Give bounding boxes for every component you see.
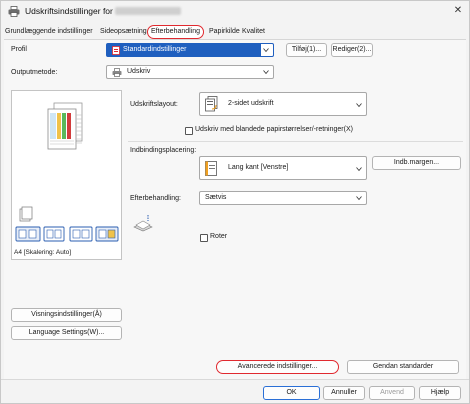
finishing-label: Efterbehandling:	[130, 195, 181, 202]
mixed-sizes-label: Udskriv med blandede papirstørrelser/-re…	[195, 126, 353, 133]
binding-label: Indbindingsplacering:	[130, 147, 197, 154]
cancel-button[interactable]: Annuller	[323, 386, 365, 400]
print-layout-label: Udskriftslayout:	[130, 101, 178, 108]
binding-select[interactable]: Lang kant [Venstre]	[199, 156, 367, 180]
tab-finishing[interactable]: Efterbehandling	[147, 25, 205, 39]
apply-button[interactable]: Anvend	[369, 386, 415, 400]
window-title: Udskriftsindstillinger for	[25, 6, 113, 16]
separator	[128, 141, 463, 142]
add-profile-button[interactable]: Tilføj(1)...	[286, 43, 327, 57]
edit-profile-button[interactable]: Rediger(2)...	[331, 43, 373, 57]
rotate-label: Roter	[210, 233, 228, 240]
rotate-checkbox[interactable]	[200, 234, 208, 242]
output-method-select[interactable]: Udskriv	[106, 65, 274, 79]
print-layout-value: 2-sidet udskrift	[228, 100, 274, 107]
output-method-value: Udskriv	[127, 68, 151, 75]
tab-quality[interactable]: Kvalitet	[242, 25, 265, 39]
finishing-value: Sætvis	[205, 194, 227, 201]
advanced-settings-button[interactable]: Avancerede indstillinger...	[216, 360, 339, 374]
profile-icon	[112, 46, 120, 55]
binding-left-icon	[205, 161, 217, 176]
chevron-down-icon	[263, 48, 269, 53]
page-preview: A4 [Skalering: Auto]	[11, 90, 122, 260]
printer-name-redacted	[115, 7, 181, 15]
finishing-select[interactable]: Sætvis	[199, 191, 367, 205]
help-button[interactable]: Hjælp	[419, 386, 461, 400]
close-button[interactable]: ✕	[451, 4, 465, 18]
binding-margin-button[interactable]: Indb.margen...	[372, 156, 461, 170]
print-settings-dialog: Udskriftsindstillinger for ✕ Grundlæggen…	[0, 0, 470, 404]
printer-icon	[8, 6, 20, 17]
two-sided-icon	[205, 96, 218, 112]
chevron-down-icon	[356, 196, 362, 201]
view-settings-button[interactable]: Visningsindstillinger(Å)	[11, 308, 122, 322]
profile-select[interactable]: Standardindstillinger	[106, 43, 274, 57]
print-layout-select[interactable]: 2-sidet udskrift	[199, 92, 367, 116]
profile-value: Standardindstillinger	[123, 46, 187, 53]
tab-page-setup[interactable]: Sideopsætning	[100, 25, 147, 39]
restore-defaults-button[interactable]: Gendan standarder	[347, 360, 459, 374]
rotate-preview-icon	[133, 215, 153, 232]
preview-caption: A4 [Skalering: Auto]	[14, 249, 72, 256]
chevron-down-icon	[356, 167, 362, 172]
preview-graphic	[15, 102, 119, 242]
language-settings-button[interactable]: Language Settings(W)...	[11, 326, 122, 340]
ok-button[interactable]: OK	[263, 386, 320, 400]
output-method-label: Outputmetode:	[11, 69, 58, 76]
mixed-sizes-checkbox[interactable]	[185, 127, 193, 135]
chevron-down-icon	[356, 103, 362, 108]
footer-separator	[1, 379, 469, 380]
chevron-down-icon	[263, 70, 269, 75]
title-bar: Udskriftsindstillinger for ✕	[1, 1, 469, 23]
tab-basic-settings[interactable]: Grundlæggende indstillinger	[5, 25, 93, 39]
print-output-icon	[112, 68, 122, 77]
profile-label: Profil	[11, 46, 27, 53]
binding-value: Lang kant [Venstre]	[228, 164, 289, 171]
tab-paper-source[interactable]: Papirkilde	[209, 25, 240, 39]
